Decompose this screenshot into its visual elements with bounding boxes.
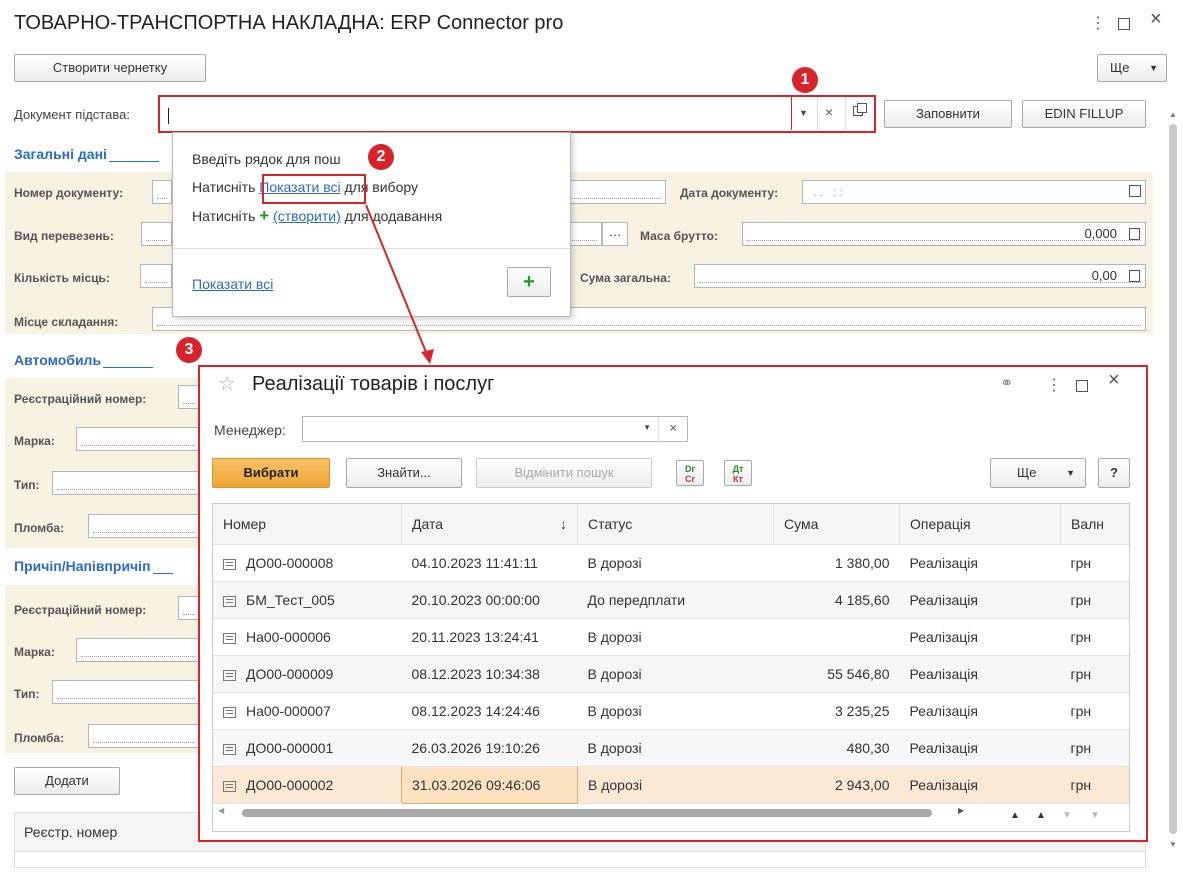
favorite-star-icon[interactable]: ☆ [218, 371, 236, 396]
document-icon [223, 780, 236, 792]
row-currency[interactable]: грн [1060, 544, 1129, 582]
select-button[interactable]: Вибрати [212, 458, 330, 488]
dt-kt-button[interactable]: Дт Кт [724, 460, 752, 486]
row-sum[interactable]: 2 943,00 [773, 766, 900, 804]
help-button[interactable]: ? [1098, 458, 1130, 488]
cancel-search-button[interactable]: Відмінити пошук [476, 458, 652, 488]
col-sum[interactable]: Сума [773, 504, 900, 545]
manager-label: Менеджер: [214, 422, 286, 438]
table-row[interactable]: ДО00-000002 31.03.2026 09:46:06 В дорозі 2 … [213, 766, 1129, 804]
row-operation[interactable]: Реалізація [899, 655, 1061, 693]
col-date[interactable]: Дата ↓ [401, 504, 578, 545]
scroll-page-down-icon[interactable]: ▼ [1062, 810, 1072, 821]
row-sum[interactable] [773, 618, 900, 656]
row-number[interactable]: ДО00-000008 [213, 544, 402, 582]
table-header: Номер Дата ↓ Статус Сума Операція Валн [213, 504, 1129, 545]
row-sum[interactable]: 55 546,80 [773, 655, 900, 693]
row-status[interactable]: В дорозі [577, 729, 774, 767]
sort-desc-icon: ↓ [560, 516, 567, 532]
chevron-down-icon: ▼ [1066, 468, 1075, 478]
find-button[interactable]: Знайти... [346, 458, 462, 488]
row-number[interactable]: БМ_Тест_005 [213, 581, 402, 619]
more-button[interactable]: Ще ▼ [990, 458, 1086, 488]
link-icon[interactable]: ⚭ [1000, 373, 1013, 393]
row-currency[interactable]: грн [1060, 581, 1129, 619]
row-operation[interactable]: Реалізація [899, 618, 1061, 656]
table-row[interactable]: БМ_Тест_005 20.10.2023 00:00:00 До передпл… [213, 581, 1129, 619]
row-date[interactable]: 04.10.2023 11:41:11 [401, 544, 578, 582]
popup-title: Реалізації товарів і послуг [252, 373, 495, 395]
row-sum[interactable]: 4 185,60 [773, 581, 900, 619]
scroll-right-icon[interactable]: ▶ [958, 806, 964, 815]
row-date[interactable]: 26.03.2026 19:10:26 [401, 729, 578, 767]
scroll-top-icon[interactable]: ▲ [1010, 810, 1020, 821]
row-sum[interactable]: 3 235,25 [773, 692, 900, 730]
row-status[interactable]: В дорозі [577, 655, 774, 693]
selection-window: ☆ Реалізації товарів і послуг ⚭ ⋮ × Мене… [198, 365, 1148, 842]
document-icon [223, 743, 236, 755]
maximize-icon[interactable] [1076, 380, 1088, 392]
col-currency[interactable]: Валн [1060, 504, 1129, 545]
row-currency[interactable]: грн [1060, 729, 1129, 767]
row-sum[interactable]: 480,30 [773, 729, 900, 767]
row-number[interactable]: На00-000007 [213, 692, 402, 730]
row-status[interactable]: В дорозі [577, 692, 774, 730]
badge-3: 3 [176, 337, 202, 363]
col-status[interactable]: Статус [577, 504, 774, 545]
manager-input[interactable]: ▼ × [302, 416, 688, 442]
col-operation[interactable]: Операція [899, 504, 1061, 545]
scroll-left-icon[interactable]: ◀ [218, 806, 224, 815]
row-operation[interactable]: Реалізація [899, 729, 1061, 767]
row-number[interactable]: ДО00-000001 [213, 729, 402, 767]
row-currency[interactable]: грн [1060, 655, 1129, 693]
table-row[interactable]: На00-000007 08.12.2023 14:24:46 В дорозі 3 … [213, 692, 1129, 730]
clear-icon[interactable]: × [669, 420, 677, 435]
row-operation[interactable]: Реалізація [899, 692, 1061, 730]
row-operation[interactable]: Реалізація [899, 766, 1061, 804]
row-date[interactable]: 20.10.2023 00:00:00 [401, 581, 578, 619]
row-status[interactable]: В дорозі [577, 618, 774, 656]
dr-cr-button[interactable]: Dr Cr [676, 460, 704, 486]
close-icon[interactable]: × [1108, 369, 1120, 392]
kebab-menu-icon[interactable]: ⋮ [1046, 375, 1062, 395]
table-row[interactable]: На00-000006 20.11.2023 13:24:41 В дорозі Ре… [213, 618, 1129, 656]
row-operation[interactable]: Реалізація [899, 581, 1061, 619]
table-row[interactable]: ДО00-000001 26.03.2026 19:10:26 В дорозі 48… [213, 729, 1129, 767]
dropdown-arrow-icon[interactable]: ▼ [643, 423, 651, 432]
row-currency[interactable]: грн [1060, 766, 1129, 804]
row-date[interactable]: 31.03.2026 09:46:06 [401, 766, 578, 804]
table-row[interactable]: ДО00-000008 04.10.2023 11:41:11 В дорозі 1 … [213, 544, 1129, 582]
row-date[interactable]: 08.12.2023 14:24:46 [401, 692, 578, 730]
row-sum[interactable]: 1 380,00 [773, 544, 900, 582]
row-status[interactable]: В дорозі [577, 544, 774, 582]
document-icon [223, 595, 236, 607]
row-currency[interactable]: грн [1060, 618, 1129, 656]
row-date[interactable]: 08.12.2023 10:34:38 [401, 655, 578, 693]
row-status[interactable]: До передплати [577, 581, 774, 619]
table-row[interactable]: ДО00-000009 08.12.2023 10:34:38 В дорозі 55… [213, 655, 1129, 693]
document-icon [223, 669, 236, 681]
horizontal-scrollbar[interactable]: ◀ ▶ [214, 803, 974, 823]
row-status[interactable]: В дорозі [577, 766, 774, 804]
col-number[interactable]: Номер [213, 504, 402, 545]
scroll-page-up-icon[interactable]: ▲ [1036, 810, 1046, 821]
row-number[interactable]: На00-000006 [213, 618, 402, 656]
row-date[interactable]: 20.11.2023 13:24:41 [401, 618, 578, 656]
row-currency[interactable]: грн [1060, 692, 1129, 730]
row-number[interactable]: ДО00-000009 [213, 655, 402, 693]
scroll-bottom-icon[interactable]: ▼ [1090, 810, 1100, 821]
document-icon [223, 706, 236, 718]
documents-table: Номер Дата ↓ Статус Сума Операція Валн ДО… [212, 503, 1130, 832]
row-operation[interactable]: Реалізація [899, 544, 1061, 582]
document-icon [223, 558, 236, 570]
row-number[interactable]: ДО00-000002 [213, 766, 402, 804]
document-icon [223, 632, 236, 644]
